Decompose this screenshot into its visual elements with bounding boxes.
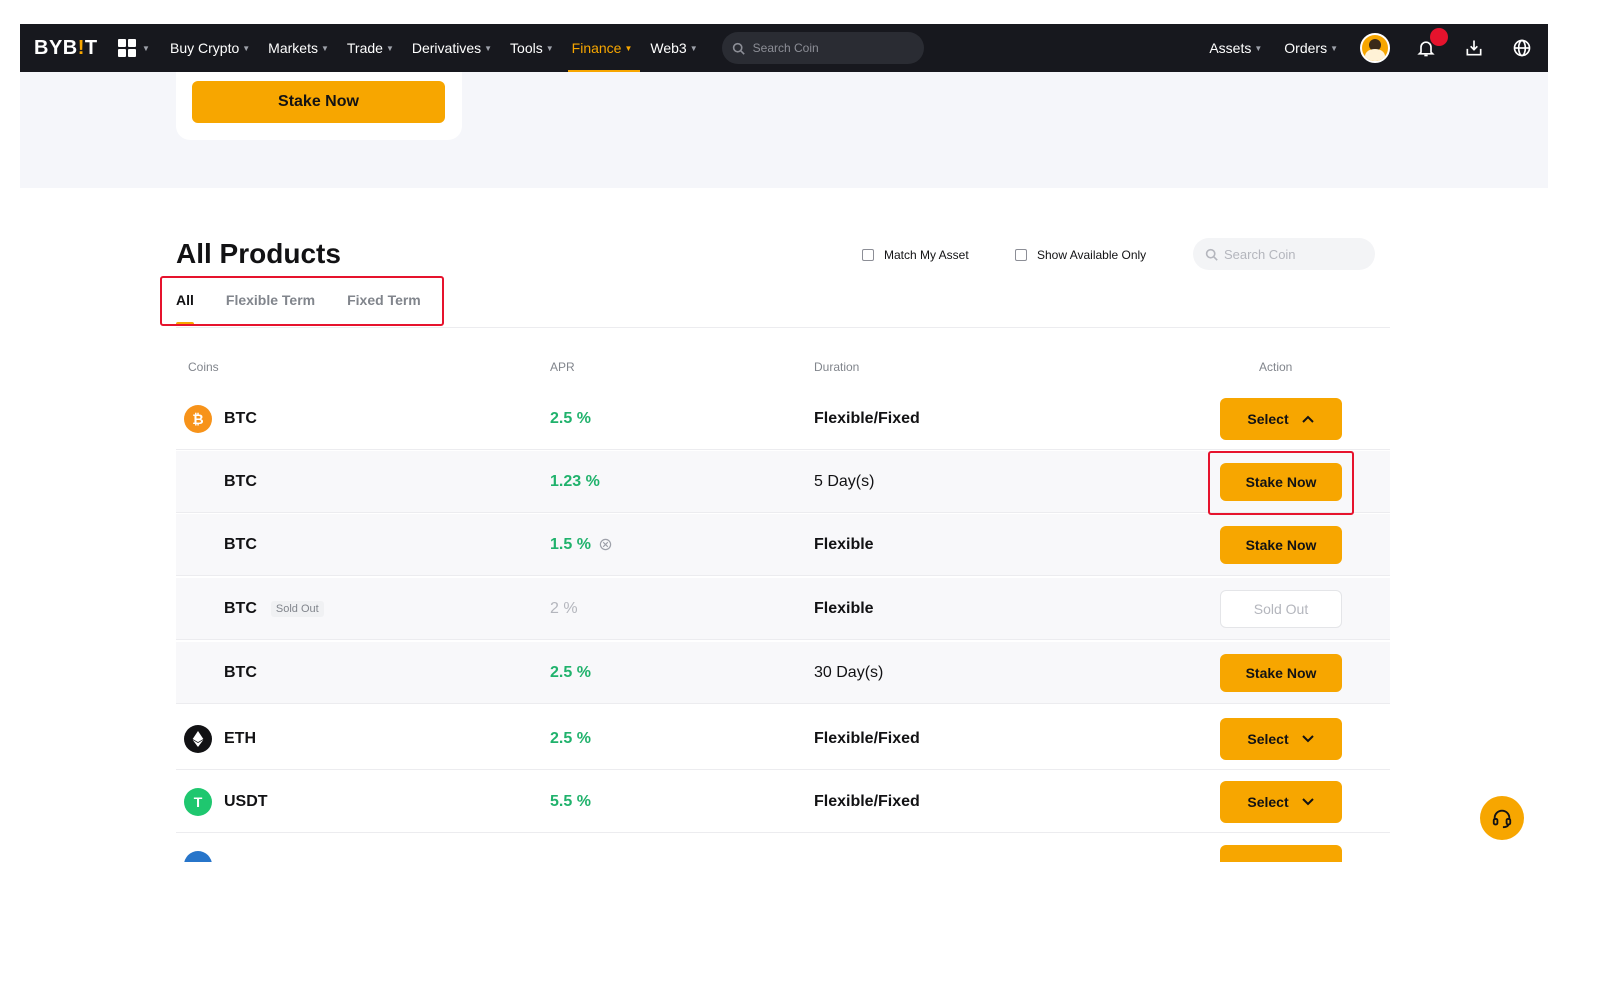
staking-card: Stake Now [176, 72, 462, 140]
duration-value: Flexible [814, 599, 874, 617]
search-icon [1205, 248, 1218, 261]
bell-icon[interactable] [1414, 28, 1448, 60]
match-my-asset-label: Match My Asset [884, 248, 969, 262]
show-available-checkbox[interactable] [1015, 249, 1027, 261]
download-icon[interactable] [1462, 36, 1486, 60]
apr-value: 1.5 % [550, 535, 591, 553]
notification-badge [1430, 28, 1448, 46]
nav-item-trade[interactable]: Trade ▼ [347, 24, 394, 72]
nav-search-input[interactable]: Search Coin [721, 32, 924, 64]
eth-icon [184, 724, 212, 753]
coin-name: BTC [224, 535, 257, 553]
coin-name: BTC [224, 472, 257, 490]
btc-icon: ₿ [184, 404, 212, 433]
coin-name-cell: BTC Sold Out [224, 600, 324, 618]
nav-item-finance[interactable]: Finance ▼ [567, 24, 641, 72]
usdt-select-button[interactable]: Select [1220, 780, 1342, 823]
table-row-clipped [176, 845, 1390, 862]
page-title: All Products [176, 238, 341, 269]
duration-value: 30 Day(s) [814, 663, 884, 681]
top-navigation-bar: BYB!T ▼ Buy Crypto ▼ Markets ▼ Trade ▼ Deri… [20, 24, 1548, 72]
apps-menu-icon[interactable]: ▼ [118, 39, 152, 57]
column-coins: Coins [188, 360, 219, 374]
nav-item-tools[interactable]: Tools ▼ [510, 24, 554, 72]
match-my-asset-filter[interactable]: Match My Asset [862, 248, 969, 262]
usdt-icon: T [184, 787, 212, 816]
chevron-down-icon [1301, 734, 1314, 742]
bybit-logo[interactable]: BYB!T [34, 37, 104, 60]
eth-select-button[interactable]: Select [1220, 717, 1342, 760]
stake-now-button[interactable]: Stake Now [1220, 653, 1342, 692]
btc-select-button[interactable]: Select [1220, 397, 1342, 440]
coin-name: USDT [224, 792, 268, 810]
chevron-down-icon [1301, 797, 1314, 805]
hero-band: Stake Now [20, 72, 1548, 188]
apr-value: 2.5 % [550, 729, 591, 747]
avatar[interactable] [1360, 33, 1390, 63]
product-search-input[interactable]: Search Coin [1193, 238, 1375, 270]
nav-item-buy-crypto[interactable]: Buy Crypto ▼ [170, 24, 250, 72]
table-row-btc: ₿ BTC 2.5 % Flexible/Fixed Select [176, 388, 1390, 450]
chevron-down-icon: ▼ [1330, 43, 1338, 53]
nav-item-derivatives[interactable]: Derivatives ▼ [412, 24, 492, 72]
table-header: Coins APR Duration Action [176, 356, 1390, 378]
chevron-down-icon: ▼ [545, 43, 554, 53]
sold-out-badge: Sold Out [270, 600, 324, 617]
column-duration: Duration [814, 360, 860, 374]
chevron-down-icon: ▼ [1254, 43, 1263, 53]
apr-value: 2.5 % [550, 663, 591, 681]
coin-name: ETH [224, 729, 256, 747]
table-row-btc-sold-out: BTC Sold Out 2 % Flexible Sold Out [176, 578, 1390, 640]
coin-name: BTC [224, 599, 257, 617]
apr-cell: 1.5 % [550, 536, 612, 554]
stake-now-button[interactable]: Stake Now [1220, 525, 1342, 564]
nav-item-assets[interactable]: Assets ▼ [1209, 24, 1262, 72]
match-my-asset-checkbox[interactable] [862, 249, 874, 261]
column-apr: APR [550, 360, 575, 374]
usdc-icon [184, 851, 212, 862]
duration-value: Flexible [814, 535, 874, 553]
duration-value: Flexible/Fixed [814, 792, 920, 810]
tabs-highlight-box [160, 276, 444, 326]
chevron-down-icon: ▼ [242, 43, 251, 53]
coin-name: BTC [224, 663, 257, 681]
table-row-eth: ETH 2.5 % Flexible/Fixed Select [176, 708, 1390, 770]
apr-value: 5.5 % [550, 792, 591, 810]
duration-value: 5 Day(s) [814, 472, 875, 490]
duration-value: Flexible/Fixed [814, 729, 920, 747]
hero-stake-now-button[interactable]: Stake Now [192, 81, 445, 123]
divider [176, 327, 1390, 328]
nav-search-placeholder: Search Coin [752, 41, 819, 55]
chevron-down-icon: ▼ [624, 43, 633, 53]
apr-value: 2 % [550, 599, 578, 617]
info-icon[interactable] [599, 538, 612, 551]
viewport-edge [0, 862, 1600, 989]
chevron-down-icon: ▼ [320, 43, 329, 53]
apr-value: 1.23 % [550, 472, 600, 490]
nav-item-markets[interactable]: Markets ▼ [268, 24, 329, 72]
table-row-btc-30day: BTC 2.5 % 30 Day(s) Stake Now [176, 642, 1390, 704]
show-available-filter[interactable]: Show Available Only [1015, 248, 1146, 262]
chevron-down-icon: ▼ [484, 43, 493, 53]
column-action: Action [1259, 360, 1293, 374]
sold-out-button: Sold Out [1220, 589, 1342, 628]
nav-item-orders[interactable]: Orders ▼ [1284, 24, 1338, 72]
customer-support-button[interactable] [1480, 796, 1524, 840]
select-button-clipped[interactable] [1220, 845, 1342, 862]
nav-item-web3[interactable]: Web3 ▼ [650, 24, 697, 72]
globe-icon[interactable] [1510, 36, 1534, 60]
chevron-down-icon: ▼ [689, 43, 698, 53]
show-available-label: Show Available Only [1037, 248, 1147, 262]
coin-name: BTC [224, 409, 257, 427]
table-row-usdt: T USDT 5.5 % Flexible/Fixed Select [176, 771, 1390, 833]
table-row-btc-flexible: BTC 1.5 % Flexible Stake Now [176, 514, 1390, 576]
headset-icon [1492, 809, 1512, 829]
duration-value: Flexible/Fixed [814, 409, 920, 427]
apr-value: 2.5 % [550, 409, 591, 427]
chevron-down-icon: ▼ [385, 43, 394, 53]
chevron-up-icon [1301, 415, 1314, 423]
search-icon [732, 42, 745, 55]
stake-now-highlight-box [1208, 451, 1354, 515]
product-search-placeholder: Search Coin [1224, 246, 1296, 262]
